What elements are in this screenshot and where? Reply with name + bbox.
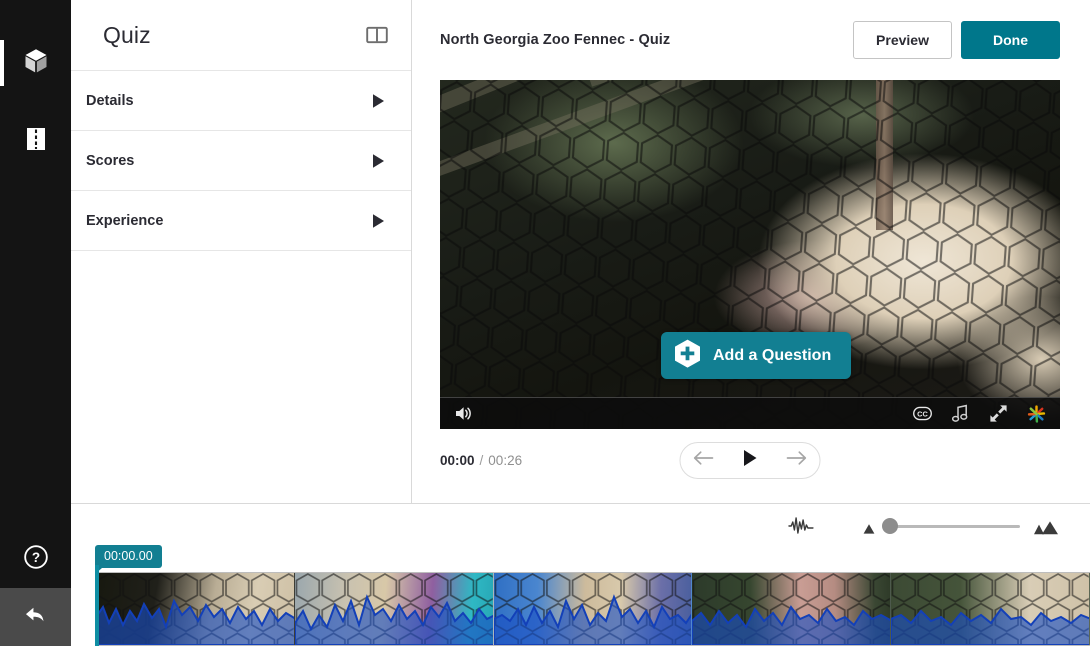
transport-row: 00:00 / 00:26 — [440, 440, 1060, 480]
audio-waveform-icon[interactable] — [788, 512, 816, 540]
playhead-time-badge: 00:00.00 — [95, 545, 162, 574]
player-controls-bar: CC — [440, 397, 1060, 429]
sidebar-item-label: Experience — [86, 212, 164, 229]
total-time: 00:26 — [488, 452, 523, 468]
cube-icon — [21, 46, 51, 81]
rail-item-timeline-split[interactable] — [0, 110, 71, 172]
panel-layout-icon[interactable] — [365, 23, 389, 47]
play-icon — [739, 447, 761, 474]
quiz-panel-header: Quiz — [71, 0, 411, 71]
time-separator: / — [479, 452, 484, 468]
add-question-label: Add a Question — [713, 346, 832, 364]
film-split-icon — [24, 126, 48, 157]
play-triangle-icon — [367, 90, 389, 112]
timeline-area: 00:00.00 — [71, 504, 1090, 646]
closed-caption-icon[interactable]: CC — [913, 404, 932, 423]
back-arrow-icon — [22, 601, 50, 634]
arrow-right-icon — [785, 450, 807, 471]
play-triangle-icon — [367, 210, 389, 232]
video-player[interactable]: Add a Question CC — [440, 80, 1060, 429]
left-rail: ? — [0, 0, 71, 646]
add-question-button[interactable]: Add a Question — [661, 332, 852, 379]
rail-item-media-cube[interactable] — [0, 32, 71, 94]
hexagon-plus-icon — [673, 338, 702, 374]
sidebar-item-scores[interactable]: Scores — [71, 131, 411, 191]
sidebar-item-details[interactable]: Details — [71, 71, 411, 131]
media-title: North Georgia Zoo Fennec - Quiz — [440, 32, 671, 48]
kaltura-starburst-icon[interactable] — [1027, 404, 1046, 423]
player-controls-right: CC — [913, 404, 1046, 423]
help-button[interactable]: ? — [0, 530, 71, 588]
zoom-in-mountains-icon[interactable] — [1030, 516, 1060, 536]
quiz-editor-window: ? Quiz Details Scores Experience North G… — [0, 0, 1090, 646]
timeline-frame[interactable] — [294, 573, 494, 645]
play-triangle-icon — [367, 150, 389, 172]
zoom-slider[interactable] — [882, 518, 1020, 534]
play-button[interactable] — [735, 445, 765, 475]
timeline-frame[interactable] — [493, 573, 693, 645]
transport-controls — [679, 441, 821, 479]
svg-text:?: ? — [31, 549, 39, 564]
current-time: 00:00 — [440, 452, 475, 468]
timeline-toolbar — [788, 512, 1060, 540]
timeline-playhead[interactable] — [95, 565, 99, 646]
step-forward-button[interactable] — [781, 445, 811, 475]
volume-on-icon[interactable] — [454, 404, 473, 423]
timeline-frame[interactable] — [96, 573, 295, 645]
music-note-icon[interactable] — [951, 404, 970, 423]
done-button[interactable]: Done — [961, 21, 1060, 59]
sidebar-item-experience[interactable]: Experience — [71, 191, 411, 251]
preview-button[interactable]: Preview — [853, 21, 952, 59]
timeline-frame[interactable] — [692, 573, 892, 645]
timeline-filmstrip[interactable] — [95, 572, 1090, 646]
timeline-frame[interactable] — [891, 573, 1090, 645]
svg-text:CC: CC — [917, 410, 928, 419]
expand-fullscreen-icon[interactable] — [989, 404, 1008, 423]
main-content: North Georgia Zoo Fennec - Quiz Preview … — [412, 0, 1090, 504]
help-circle-icon: ? — [23, 544, 49, 575]
quiz-panel: Quiz Details Scores Experience — [71, 0, 412, 504]
step-back-button[interactable] — [689, 445, 719, 475]
zoom-out-mountain-icon[interactable] — [860, 517, 878, 535]
back-button[interactable] — [0, 588, 71, 646]
page-title: Quiz — [103, 21, 151, 48]
zoom-slider-thumb[interactable] — [882, 518, 898, 534]
arrow-left-icon — [693, 450, 715, 471]
sidebar-item-label: Details — [86, 92, 134, 109]
sidebar-item-label: Scores — [86, 152, 135, 169]
main-header: North Georgia Zoo Fennec - Quiz Preview … — [412, 0, 1090, 80]
